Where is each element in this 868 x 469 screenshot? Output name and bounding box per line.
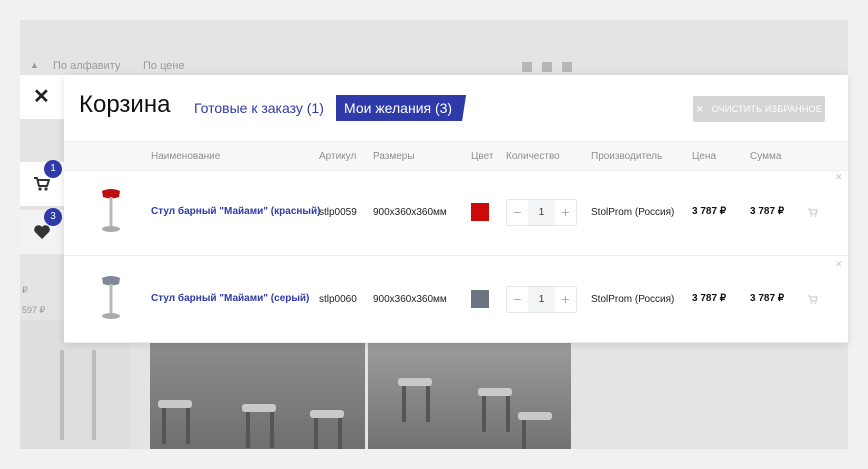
add-to-cart-icon[interactable] [808, 208, 818, 217]
heart-icon [34, 225, 50, 239]
table-row: Стул барный "Майами" (красный) stlp0059 … [64, 169, 848, 256]
product-image [102, 276, 120, 319]
quantity-decrement-button[interactable]: − [507, 287, 528, 312]
product-article: stlp0059 [319, 207, 357, 218]
quantity-decrement-button[interactable]: − [507, 200, 528, 225]
product-maker: StolProm (Россия) [591, 294, 675, 305]
product-sum: 3 787 ₽ [750, 206, 785, 217]
quantity-stepper: − 1 + [506, 199, 577, 226]
close-button[interactable]: ✕ [20, 75, 64, 119]
column-header-quantity: Количество [506, 151, 560, 162]
product-price: 3 787 ₽ [692, 293, 727, 304]
product-size: 900х360х360мм [373, 294, 447, 305]
sort-alphabet-link[interactable]: По алфавиту [53, 60, 120, 72]
product-name-link[interactable]: Стул барный "Майами" (серый) [151, 293, 309, 304]
background-product-photo [150, 342, 365, 449]
quantity-increment-button[interactable]: + [555, 287, 576, 312]
quantity-stepper: − 1 + [506, 286, 577, 313]
remove-item-icon[interactable]: ✕ [835, 259, 843, 270]
product-maker: StolProm (Россия) [591, 207, 675, 218]
cart-tab[interactable]: 1 [20, 160, 64, 206]
list-view-icon[interactable] [542, 62, 552, 72]
column-header-maker: Производитель [591, 151, 663, 162]
column-header-article: Артикул [319, 151, 357, 162]
sort-bar: ▲ По алфавиту По цене [20, 56, 848, 76]
column-header-size: Размеры [373, 151, 415, 162]
grid-view-icon[interactable] [522, 62, 532, 72]
quantity-increment-button[interactable]: + [555, 200, 576, 225]
table-view-icon[interactable] [562, 62, 572, 72]
remove-item-icon[interactable]: ✕ [835, 172, 843, 183]
sort-price-link[interactable]: По цене [143, 60, 185, 72]
tab-wishlist[interactable]: Мои желания (3) [336, 95, 466, 121]
product-name-link[interactable]: Стул барный "Майами" (красный) [151, 206, 320, 217]
table-row: Стул барный "Майами" (серый) stlp0060 90… [64, 256, 848, 343]
table-header: Наименование Артикул Размеры Цвет Количе… [64, 141, 848, 171]
product-price: 3 787 ₽ [692, 206, 727, 217]
column-header-color: Цвет [471, 151, 494, 162]
product-article: stlp0060 [319, 294, 357, 305]
add-to-cart-icon[interactable] [808, 295, 818, 304]
column-header-sum: Сумма [750, 151, 782, 162]
column-header-name: Наименование [151, 151, 221, 162]
tab-ready-to-order[interactable]: Готовые к заказу (1) [194, 100, 324, 116]
product-image [102, 189, 120, 232]
color-swatch [471, 203, 489, 221]
sort-arrow-icon: ▲ [30, 60, 39, 70]
clear-wishlist-label: ОЧИСТИТЬ ИЗБРАННОЕ [711, 104, 822, 114]
cart-count-badge: 1 [44, 160, 62, 178]
quantity-value[interactable]: 1 [528, 287, 555, 312]
product-size: 900х360х360мм [373, 207, 447, 218]
modal-title: Корзина [79, 91, 171, 118]
wishlist-count-badge: 3 [44, 208, 62, 226]
close-icon: ✕ [33, 86, 50, 108]
background-product-photo [368, 342, 571, 449]
quantity-value[interactable]: 1 [528, 200, 555, 225]
cart-modal: Корзина Готовые к заказу (1) Мои желания… [64, 75, 848, 343]
close-icon: ✕ [696, 104, 704, 114]
color-swatch [471, 290, 489, 308]
cart-icon [34, 177, 50, 191]
clear-wishlist-button[interactable]: ✕ ОЧИСТИТЬ ИЗБРАННОЕ [693, 96, 825, 122]
background-price: ₽ 597 ₽ [22, 285, 46, 315]
wishlist-tab[interactable]: 3 [20, 208, 64, 254]
product-sum: 3 787 ₽ [750, 293, 785, 304]
column-header-price: Цена [692, 151, 717, 162]
